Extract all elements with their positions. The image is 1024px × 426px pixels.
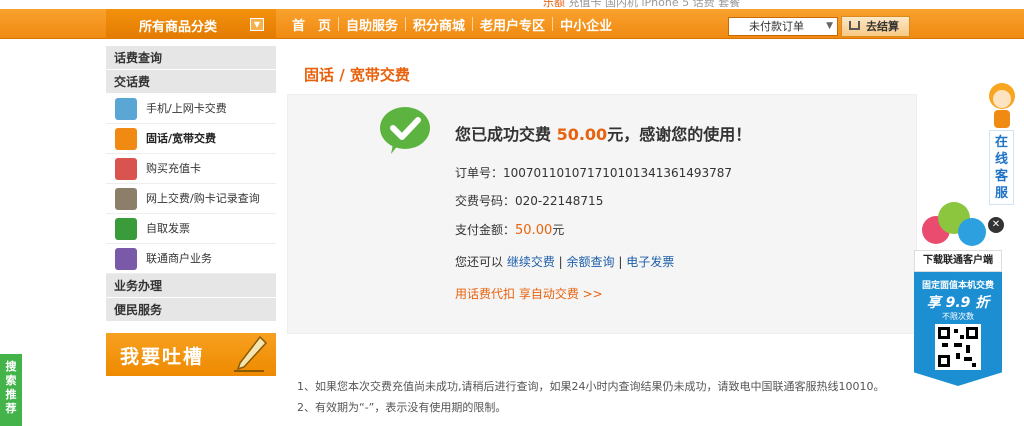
top-strip: 乐额 充值卡 国内机 iPhone 5 话费 套餐 — [0, 0, 1024, 9]
auto-pay-link[interactable]: 用话费代扣 享自动交费 >> — [455, 287, 603, 301]
order-value: 10070110107171010134136149378​7 — [503, 166, 733, 180]
success-suffix: 元，感谢您的使用！ — [607, 125, 752, 144]
sidebar-item-buy-card[interactable]: 购买充值卡 — [106, 154, 276, 184]
note-item: 1、如果您本次交费充值尚未成功,请稍后进行查询，如果24小时内查询结果仍未成功，… — [297, 380, 885, 393]
online-service-label: 在线客服 — [989, 130, 1014, 205]
merchant-icon — [115, 248, 137, 270]
checkout-label: 去结算 — [866, 20, 899, 33]
sidebar: 话费查询 交话费 手机/上网卡交费 固话/宽带交费 购买充值卡 网上交费/购卡记… — [106, 46, 276, 322]
note-item: 2、有效期为“-”，表示没有使用期的限制。 — [297, 401, 507, 414]
sidebar-item-records[interactable]: 网上交费/购卡记录查询 — [106, 184, 276, 214]
chevron-down-icon: ▼ — [250, 18, 264, 31]
qr-code-icon — [935, 324, 981, 370]
app-download-promo[interactable]: ✕ 下载联通客户端 固定面值本机交费 享 9.9 折 不限次数 — [910, 200, 1010, 386]
pencil-icon — [234, 335, 268, 372]
success-prefix: 您已成功交费 — [455, 125, 557, 144]
sidebar-head-bill-query[interactable]: 话费查询 — [106, 46, 276, 70]
amount-value: 50.00 — [515, 223, 553, 238]
amount-label: 支付金额： — [455, 223, 516, 237]
sidebar-item-label: 固话/宽带交费 — [146, 132, 217, 145]
page-title: 固话 / 宽带交费 — [304, 66, 410, 84]
next-prefix: 您还可以 — [455, 255, 507, 269]
phone-label: 交费号码： — [455, 194, 516, 208]
success-amount: 50.00 — [556, 125, 608, 144]
nav-points-mall[interactable]: 积分商城 — [406, 15, 472, 34]
cart-icon — [849, 21, 860, 30]
order-number-row: 订单号：10070110107171010134136149378​7 — [455, 164, 732, 181]
promo-line1: 固定面值本机交费 — [921, 281, 994, 291]
mobile-card-icon — [115, 98, 137, 120]
sidebar-item-label: 网上交费/购卡记录查询 — [146, 192, 260, 205]
sidebar-head-service[interactable]: 便民服务 — [106, 298, 276, 322]
success-check-icon — [380, 107, 430, 154]
close-icon[interactable]: ✕ — [988, 217, 1004, 233]
nav-home[interactable]: 首 页 — [285, 15, 338, 34]
checkout-button[interactable]: 去结算 — [841, 16, 910, 37]
nav-sme[interactable]: 中小企业 — [553, 15, 619, 34]
phone-number-row: 交费号码：020-22148715 — [455, 192, 603, 209]
phone-value: 020-22148715 — [515, 194, 604, 208]
recharge-card-icon — [115, 158, 137, 180]
continue-pay-link[interactable]: 继续交费 — [507, 255, 555, 269]
success-message: 您已成功交费 50.00元，感谢您的使用！ — [455, 121, 751, 145]
record-search-icon — [115, 188, 137, 210]
sidebar-item-merchant[interactable]: 联通商户业务 — [106, 244, 276, 274]
sidebar-item-label: 购买充值卡 — [146, 162, 201, 175]
nav-old-users[interactable]: 老用户专区 — [473, 15, 552, 34]
nav-self-service[interactable]: 自助服务 — [339, 15, 405, 34]
unpaid-orders-select[interactable]: 未付款订单 ▼ — [728, 17, 838, 36]
caret-down-icon: ▼ — [826, 21, 833, 31]
top-strip-text: 乐额 充值卡 国内机 iPhone 5 话费 套餐 — [543, 0, 741, 9]
promo-banner: 下载联通客户端 — [914, 250, 1002, 272]
sidebar-item-label: 联通商户业务 — [146, 252, 212, 265]
promo-line2: 享 9.9 折 — [926, 295, 990, 311]
complain-banner[interactable]: 我要吐槽 — [106, 333, 276, 376]
unpaid-orders-value: 未付款订单 — [749, 20, 804, 33]
sidebar-item-label: 手机/上网卡交费 — [146, 102, 227, 115]
balance-query-link[interactable]: 余额查询 — [567, 255, 615, 269]
search-recommend-label: 搜索推荐 — [5, 360, 17, 415]
online-service-widget[interactable]: 在线客服 — [981, 80, 1021, 205]
auto-pay-row: 用话费代扣 享自动交费 >> — [455, 285, 603, 302]
sidebar-item-landline-pay[interactable]: 固话/宽带交费 — [106, 124, 276, 154]
sidebar-item-invoice[interactable]: 自取发票 — [106, 214, 276, 244]
amount-row: 支付金额：50.00元 — [455, 221, 564, 238]
promo-line3: 不限次数 — [942, 312, 974, 321]
sidebar-item-label: 自取发票 — [146, 222, 190, 235]
sidebar-item-mobile-pay[interactable]: 手机/上网卡交费 — [106, 94, 276, 124]
order-label: 订单号： — [455, 166, 504, 180]
sidebar-head-business[interactable]: 业务办理 — [106, 274, 276, 298]
all-categories-label: 所有商品分类 — [139, 20, 218, 35]
complain-label: 我要吐槽 — [120, 346, 205, 368]
next-actions-row: 您还可以 继续交费 | 余额查询 | 电子发票 — [455, 255, 675, 269]
telephone-icon — [115, 128, 137, 150]
notes: 1、如果您本次交费充值尚未成功,请稍后进行查询，如果24小时内查询结果仍未成功，… — [297, 376, 884, 418]
all-categories-button[interactable]: 所有商品分类 ▼ — [106, 9, 276, 39]
service-avatar-icon — [989, 83, 1015, 128]
amount-unit: 元 — [552, 223, 565, 237]
main-navbar: 所有商品分类 ▼ 首 页 自助服务 积分商城 老用户专区 中小企业 未付款订单 … — [0, 9, 1024, 39]
sidebar-head-pay[interactable]: 交话费 — [106, 70, 276, 94]
e-invoice-link[interactable]: 电子发票 — [626, 255, 674, 269]
invoice-icon — [115, 218, 137, 240]
search-recommend-tab[interactable]: 搜索推荐 — [0, 354, 22, 426]
balloons-icon — [922, 202, 986, 246]
nav-links: 首 页 自助服务 积分商城 老用户专区 中小企业 — [285, 9, 619, 39]
